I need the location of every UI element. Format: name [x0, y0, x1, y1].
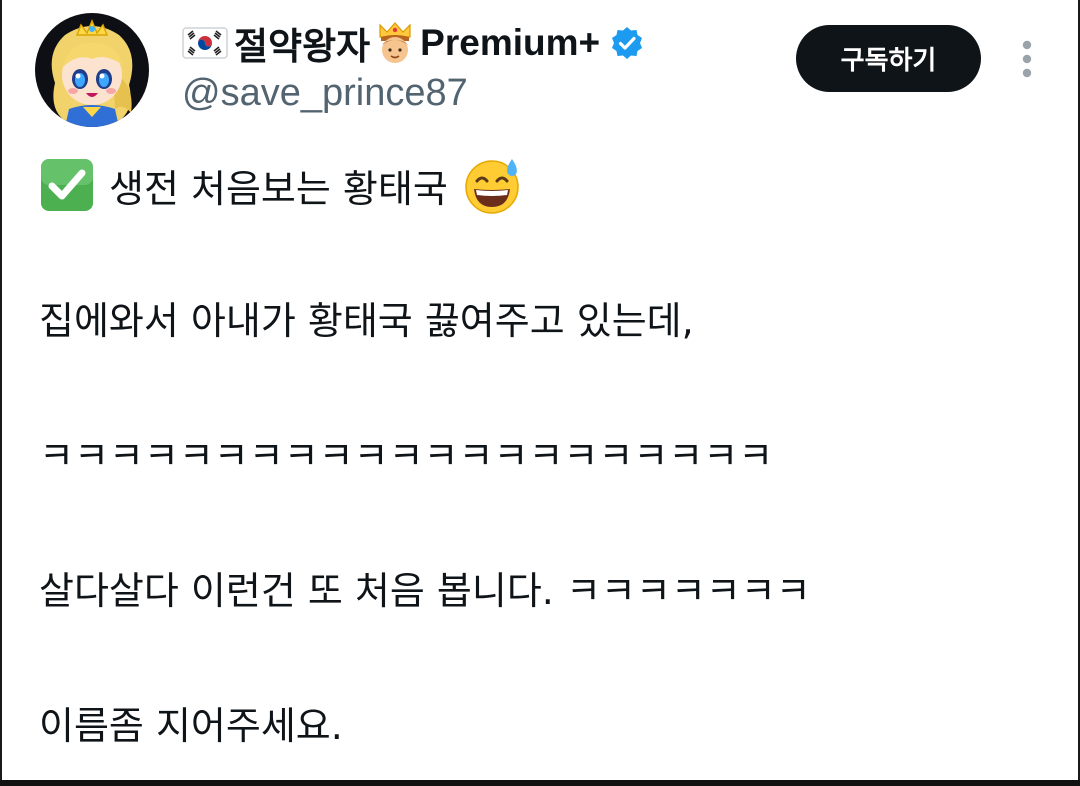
prince-crown-emoji-icon: [379, 22, 411, 63]
display-name: 절약왕자: [234, 26, 371, 67]
vertical-dots-icon: [1022, 40, 1032, 78]
post-card: 절약왕자 Premium+ @save_prince87 구독하기 생전 처음보…: [2, 0, 1078, 780]
cartoon-princess-avatar-icon: [35, 13, 149, 127]
grinning-sweat-emoji-icon: [465, 159, 519, 214]
avatar[interactable]: [35, 13, 149, 127]
verified-badge-icon: [612, 27, 643, 59]
post-line-1: 생전 처음보는 황태국: [39, 155, 522, 215]
post-line-2: 집에와서 아내가 황태국 끓여주고 있는데,: [39, 299, 694, 343]
post-line-4: 살다살다 이런건 또 처음 봅니다. ㅋㅋㅋㅋㅋㅋㅋ: [39, 569, 811, 613]
check-mark-button-emoji-icon: [41, 159, 93, 211]
more-options-button[interactable]: [1012, 38, 1042, 82]
south-korea-flag-icon: [182, 27, 228, 59]
post-line-3: ㅋㅋㅋㅋㅋㅋㅋㅋㅋㅋㅋㅋㅋㅋㅋㅋㅋㅋㅋㅋㅋ: [39, 434, 774, 478]
author-name-row[interactable]: 절약왕자 Premium+: [182, 18, 644, 68]
subscribe-button[interactable]: 구독하기: [796, 25, 981, 92]
post-line-1-text: 생전 처음보는 황태국: [109, 166, 448, 211]
post-line-5: 이름좀 지어주세요.: [39, 704, 343, 748]
premium-label: Premium+: [420, 22, 601, 63]
author-handle[interactable]: @save_prince87: [182, 72, 468, 115]
screen-bottom-edge: [0, 780, 1080, 786]
